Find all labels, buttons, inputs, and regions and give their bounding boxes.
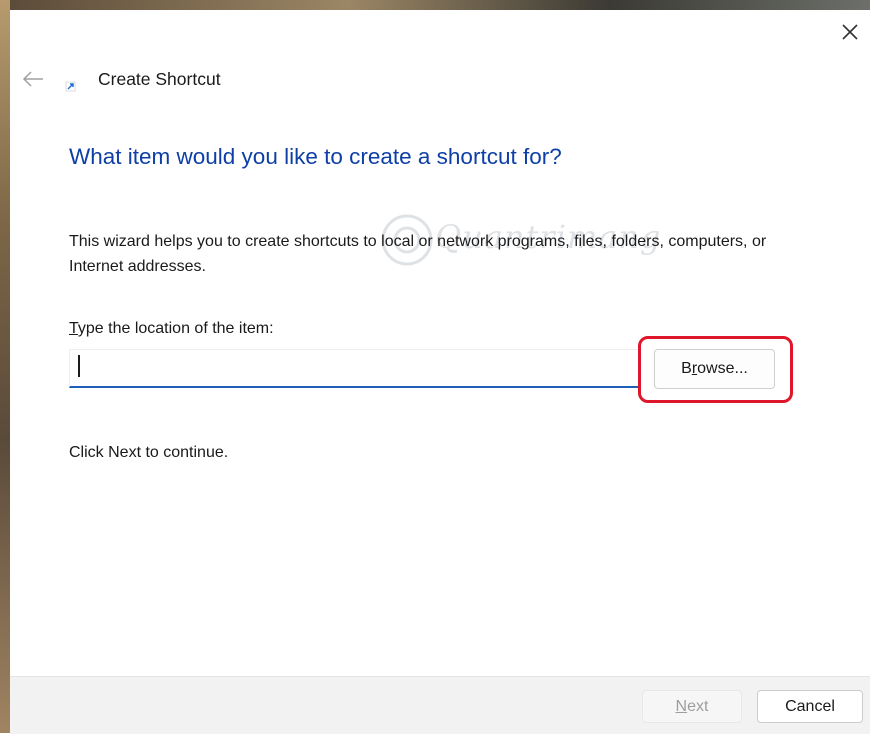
- next-button[interactable]: Next: [642, 690, 742, 723]
- browse-button[interactable]: Br owse...: [654, 349, 775, 389]
- dialog-title: Create Shortcut: [98, 69, 221, 89]
- back-arrow-icon: [22, 71, 43, 87]
- background-edge-top: [0, 0, 870, 10]
- browse-label-rest: owse...: [697, 360, 748, 377]
- cancel-button[interactable]: Cancel: [757, 690, 863, 723]
- location-input[interactable]: [69, 349, 640, 388]
- text-caret: [78, 355, 80, 377]
- background-edge-left: [0, 0, 10, 733]
- description-text: This wizard helps you to create shortcut…: [69, 233, 767, 275]
- shortcut-arrow-icon: [60, 72, 82, 94]
- location-label-mnemonic: T: [69, 320, 78, 337]
- back-button[interactable]: [12, 58, 54, 100]
- close-icon: [842, 24, 858, 40]
- next-label-mnemonic: N: [675, 697, 688, 715]
- location-label: Type the location of the item:: [69, 320, 274, 338]
- location-label-text: ype the location of the item:: [77, 320, 274, 337]
- browse-label-start: B: [681, 360, 692, 377]
- next-label-rest: ext: [687, 697, 709, 715]
- page-heading: What item would you like to create a sho…: [69, 144, 562, 169]
- continue-hint: Click Next to continue.: [69, 444, 229, 461]
- close-button[interactable]: [830, 10, 870, 54]
